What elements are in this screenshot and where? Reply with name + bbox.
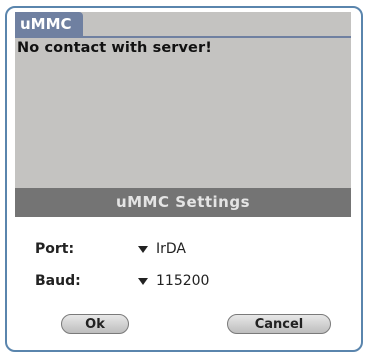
port-picker[interactable]: IrDA <box>138 241 186 257</box>
device-frame: uMMC No contact with server! uMMC Settin… <box>5 6 363 352</box>
app-title: uMMC <box>15 12 83 36</box>
ok-button[interactable]: Ok <box>61 314 129 334</box>
screen: uMMC No contact with server! uMMC Settin… <box>15 12 351 338</box>
baud-row: Baud: 115200 <box>35 270 209 292</box>
status-message: No contact with server! <box>17 40 212 56</box>
settings-dialog: uMMC Settings Port: IrDA Baud: 115200 Ok… <box>15 188 351 338</box>
baud-value: 115200 <box>156 273 210 289</box>
baud-picker[interactable]: 115200 <box>138 273 209 289</box>
port-value: IrDA <box>156 241 186 257</box>
port-label: Port: <box>35 241 75 257</box>
title-underline <box>15 36 351 38</box>
port-row: Port: IrDA <box>35 238 186 260</box>
cancel-button[interactable]: Cancel <box>227 314 331 334</box>
baud-label: Baud: <box>35 273 81 289</box>
triangle-down-icon <box>138 245 148 253</box>
triangle-down-icon <box>138 277 148 285</box>
dialog-title: uMMC Settings <box>15 188 351 217</box>
